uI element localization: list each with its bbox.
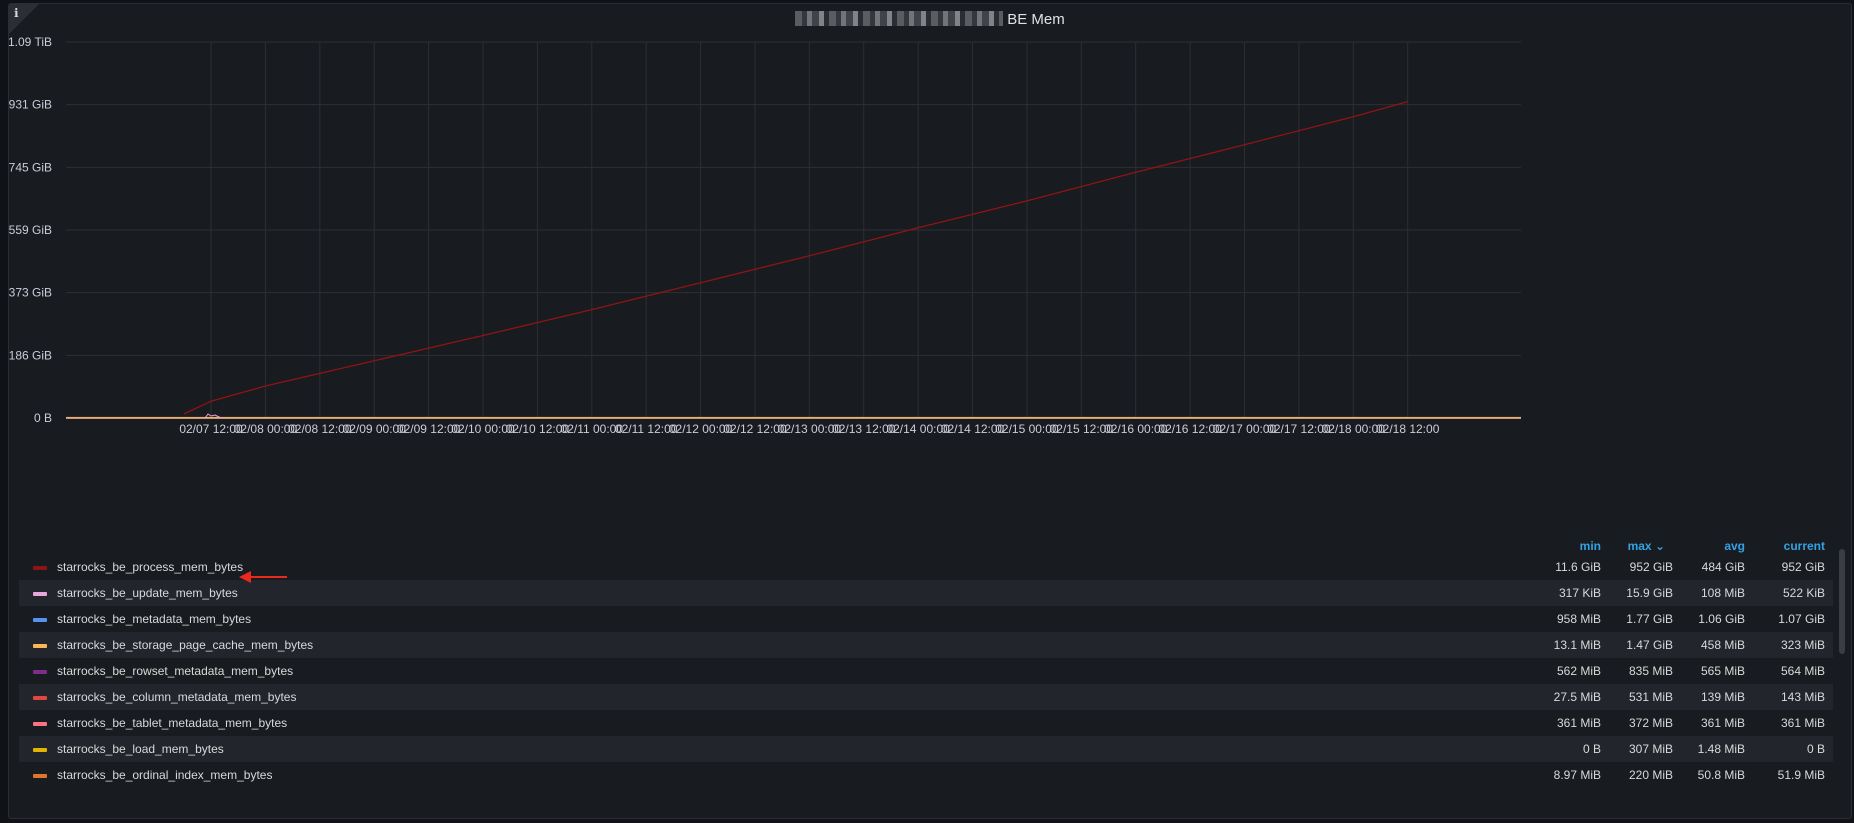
series-current: 522 KiB [1782,586,1825,600]
series-max: 1.47 GiB [1626,638,1673,652]
series-current: 564 MiB [1780,664,1825,678]
series-avg: 484 GiB [1701,560,1745,574]
y-tick-label: 1.09 TiB [9,35,52,49]
series-name[interactable]: starrocks_be_process_mem_bytes [57,560,243,574]
series-color-swatch[interactable] [33,748,47,752]
legend-scrollbar[interactable] [1839,549,1845,654]
series-name[interactable]: starrocks_be_storage_page_cache_mem_byte… [57,638,313,652]
series-color-swatch[interactable] [33,774,47,778]
legend-header-max-label: max [1627,539,1652,553]
red-arrow-annotation [239,571,287,583]
legend-row[interactable]: starrocks_be_tablet_metadata_mem_bytes 36… [19,710,1833,736]
series-current: 143 MiB [1780,690,1825,704]
series-current: 323 MiB [1780,638,1825,652]
series-name[interactable]: starrocks_be_tablet_metadata_mem_bytes [57,716,287,730]
be-mem-panel: ℹ BE Mem 1.09 TiB 931 GiB 745 GiB 559 GiB 37… [8,3,1852,819]
series-current: 0 B [1806,742,1825,756]
series-color-swatch[interactable] [33,618,47,622]
time-series-chart[interactable]: 1.09 TiB 931 GiB 745 GiB 559 GiB 373 GiB 186 … [9,4,1852,524]
series-min: 958 MiB [1556,612,1601,626]
series-max: 531 MiB [1628,690,1673,704]
legend-table: min max ⌄ avg current starrocks_be_proce… [19,539,1833,801]
series-min: 8.97 MiB [1553,768,1601,782]
series-color-swatch[interactable] [33,670,47,674]
series-line-process-mem[interactable] [183,100,1408,415]
y-tick-label: 931 GiB [9,98,52,112]
series-max: 15.9 GiB [1626,586,1673,600]
series-color-swatch[interactable] [33,696,47,700]
series-max: 952 GiB [1629,560,1673,574]
series-avg: 1.48 MiB [1697,742,1745,756]
series-current: 361 MiB [1780,716,1825,730]
y-tick-label: 0 B [34,411,52,425]
legend-header-avg[interactable]: avg [1705,539,1745,553]
series-min: 317 KiB [1558,586,1601,600]
legend-row[interactable]: starrocks_be_ordinal_index_mem_bytes 8.97… [19,762,1833,788]
legend-header-max[interactable]: max ⌄ [1615,539,1665,553]
series-min: 11.6 GiB [1555,560,1601,574]
series-avg: 1.06 GiB [1698,612,1745,626]
series-max: 307 MiB [1628,742,1673,756]
sort-desc-icon: ⌄ [1654,539,1665,553]
series-avg: 361 MiB [1700,716,1745,730]
legend-row[interactable]: starrocks_be_update_mem_bytes 317 KiB 15.9… [19,580,1833,606]
series-min: 27.5 MiB [1553,690,1601,704]
series-color-swatch[interactable] [33,722,47,726]
legend-header-min[interactable]: min [1561,539,1601,553]
y-tick-label: 373 GiB [9,286,52,300]
series-avg: 108 MiB [1700,586,1745,600]
series-min: 0 B [1582,742,1601,756]
series-current: 51.9 MiB [1777,768,1825,782]
series-max: 220 MiB [1628,768,1673,782]
series-color-swatch[interactable] [33,592,47,596]
series-name[interactable]: starrocks_be_load_mem_bytes [57,742,224,756]
y-tick-label: 745 GiB [9,160,52,174]
x-tick-label: 02/18 12:00 [1376,422,1440,436]
legend-row[interactable]: starrocks_be_storage_page_cache_mem_byte… [19,632,1833,658]
series-name[interactable]: starrocks_be_update_mem_bytes [57,586,238,600]
series-max: 835 MiB [1628,664,1673,678]
series-name[interactable]: starrocks_be_column_metadata_mem_bytes [57,690,296,704]
legend-row[interactable]: starrocks_be_rowset_metadata_mem_bytes 56… [19,658,1833,684]
series-color-swatch[interactable] [33,566,47,570]
legend-header-current[interactable]: current [1765,539,1825,553]
series-min: 13.1 MiB [1553,638,1601,652]
legend-row[interactable]: starrocks_be_process_mem_bytes 11.6 GiB 95… [19,554,1833,580]
legend-row[interactable]: starrocks_be_metadata_mem_bytes 958 MiB 1.… [19,606,1833,632]
series-name[interactable]: starrocks_be_metadata_mem_bytes [57,612,251,626]
series-max: 1.77 GiB [1626,612,1673,626]
series-avg: 50.8 MiB [1697,768,1745,782]
legend-row[interactable]: starrocks_be_column_metadata_mem_bytes 27… [19,684,1833,710]
legend-row[interactable]: starrocks_be_load_mem_bytes 0 B 307 MiB 1.4… [19,736,1833,762]
y-tick-label: 186 GiB [9,348,52,362]
series-name[interactable]: starrocks_be_ordinal_index_mem_bytes [57,768,272,782]
y-tick-label: 559 GiB [9,223,52,237]
series-min: 562 MiB [1556,664,1601,678]
series-name[interactable]: starrocks_be_rowset_metadata_mem_bytes [57,664,293,678]
series-avg: 565 MiB [1700,664,1745,678]
series-color-swatch[interactable] [33,644,47,648]
series-current: 952 GiB [1781,560,1825,574]
series-avg: 458 MiB [1700,638,1745,652]
series-min: 361 MiB [1556,716,1601,730]
series-avg: 139 MiB [1700,690,1745,704]
series-max: 372 MiB [1628,716,1673,730]
series-current: 1.07 GiB [1778,612,1825,626]
